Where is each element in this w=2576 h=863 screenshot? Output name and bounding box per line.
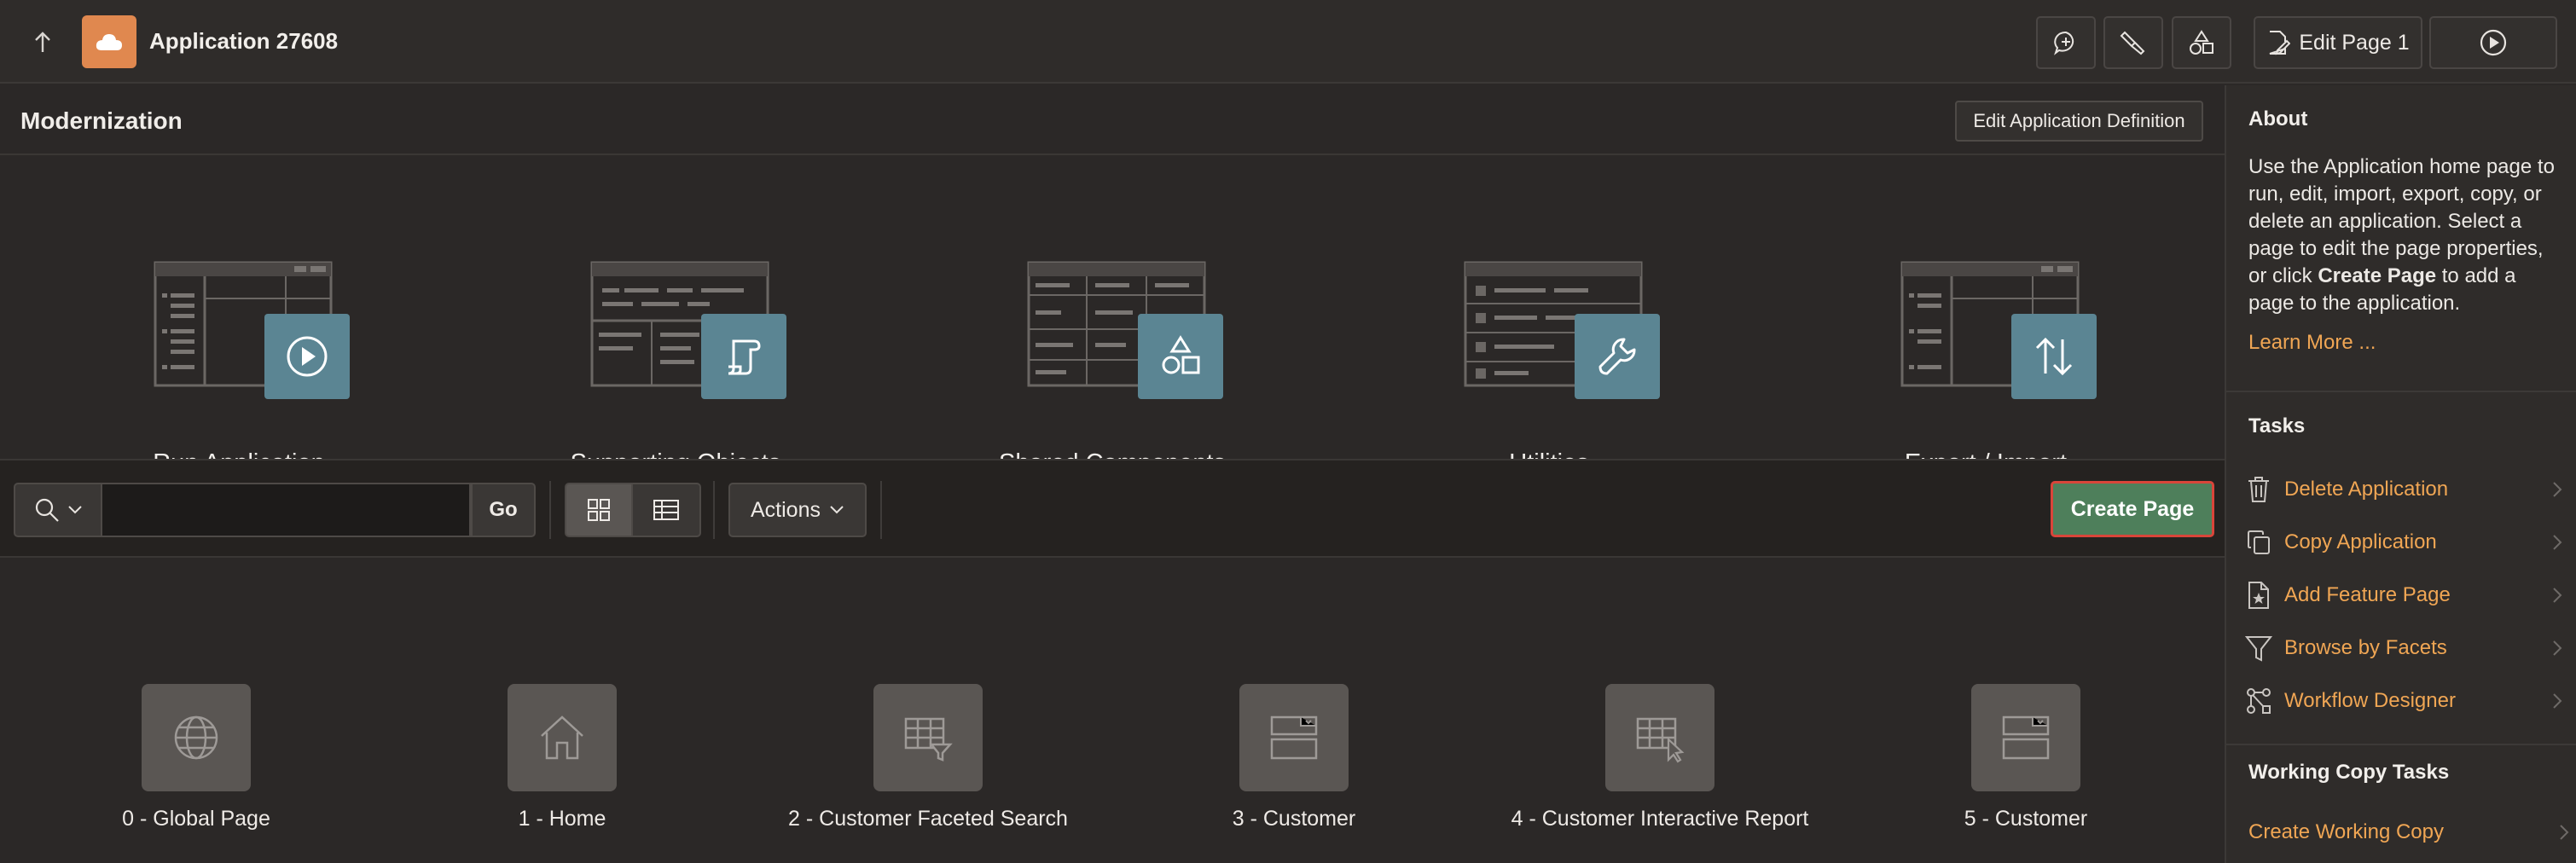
page-item-0[interactable]: 0 - Global Page	[26, 682, 367, 853]
create-page-button[interactable]: Create Page	[2051, 481, 2214, 537]
page-label: 3 - Customer	[1232, 807, 1356, 831]
task-label: Add Feature Page	[2284, 583, 2451, 606]
section-title: Modernization	[20, 107, 183, 134]
page-item-2[interactable]: 2 - Customer Faceted Search	[757, 682, 1099, 853]
divider	[2226, 391, 2576, 392]
toolbar-separator	[549, 481, 551, 539]
learn-more-link[interactable]: Learn More ...	[2248, 331, 2376, 355]
edit-page-icon	[2270, 31, 2291, 55]
go-button[interactable]: Go	[471, 483, 536, 537]
report-view-button[interactable]	[633, 483, 701, 537]
task-label: Browse by Facets	[2284, 636, 2447, 659]
filter-icon	[2242, 631, 2276, 665]
chat-plus-icon	[2054, 31, 2074, 55]
utilities-badge	[1575, 314, 1660, 399]
about-text: Use the Application home page to run, ed…	[2248, 155, 2555, 315]
task-workflow-designer[interactable]: Workflow Designer	[2242, 679, 2566, 723]
brush-icon	[2120, 31, 2145, 55]
shared-components-button[interactable]	[2172, 16, 2231, 69]
run-page-button[interactable]	[2429, 16, 2557, 69]
chevron-right-icon	[2556, 824, 2573, 841]
app-logo-cloud-icon	[82, 15, 136, 68]
grid-view-icon	[588, 499, 610, 521]
trash-icon	[2242, 472, 2276, 507]
page-label: 4 - Customer Interactive Report	[1511, 807, 1809, 831]
interactive-report-icon	[1605, 684, 1714, 791]
task-label: Create Working Copy	[2248, 820, 2444, 843]
task-create-working-copy[interactable]: Create Working Copy	[2248, 810, 2573, 854]
chevron-right-icon	[2549, 692, 2566, 710]
edit-application-definition-button[interactable]: Edit Application Definition	[1955, 101, 2203, 142]
about-heading: About	[2248, 107, 2308, 130]
page-item-4[interactable]: 4 - Customer Interactive Report	[1489, 682, 1830, 853]
feature-page-icon	[2242, 578, 2276, 612]
search-type-dropdown[interactable]	[14, 483, 102, 537]
task-label: Copy Application	[2284, 530, 2437, 553]
page-label: 0 - Global Page	[122, 807, 270, 831]
shapes-icon	[1162, 335, 1200, 374]
workflow-icon	[2242, 684, 2276, 718]
feedback-button[interactable]	[2036, 16, 2096, 69]
edit-page-label: Edit Page 1	[2299, 30, 2410, 55]
chevron-right-icon	[2549, 640, 2566, 657]
search-icon	[35, 498, 59, 522]
wrench-icon	[1598, 338, 1636, 375]
play-icon	[287, 336, 328, 377]
divider	[2226, 744, 2576, 745]
chevron-down-icon	[68, 506, 82, 514]
supporting-objects-badge	[701, 314, 786, 399]
task-copy-application[interactable]: Copy Application	[2242, 520, 2566, 565]
faceted-search-icon	[873, 684, 983, 791]
icon-view-button[interactable]	[565, 483, 633, 537]
working-copy-heading: Working Copy Tasks	[2248, 761, 2450, 784]
home-icon	[508, 684, 617, 791]
toolbar-separator	[713, 481, 715, 539]
edit-page-button[interactable]: Edit Page 1	[2254, 16, 2422, 69]
chevron-right-icon	[2549, 587, 2566, 604]
pages-toolbar: Go Actions Create Page	[0, 459, 2225, 558]
toolbar-separator	[880, 481, 882, 539]
scroll-icon	[728, 339, 761, 375]
task-label: Workflow Designer	[2284, 689, 2456, 712]
chevron-right-icon	[2549, 534, 2566, 551]
page-label: 1 - Home	[518, 807, 606, 831]
navigate-up-icon[interactable]	[26, 26, 60, 60]
chevron-right-icon	[2549, 481, 2566, 498]
search-input[interactable]	[102, 483, 471, 537]
task-label: Delete Application	[2284, 478, 2449, 501]
actions-menu-button[interactable]: Actions	[728, 483, 867, 537]
divider	[0, 153, 2225, 155]
form-icon	[1239, 684, 1349, 791]
task-add-feature-page[interactable]: Add Feature Page	[2242, 573, 2566, 617]
right-sidebar: About Use the Application home page to r…	[2225, 85, 2576, 863]
actions-label: Actions	[751, 497, 821, 522]
tasks-heading: Tasks	[2248, 414, 2306, 437]
task-delete-application[interactable]: Delete Application	[2242, 467, 2566, 512]
copy-icon	[2242, 525, 2276, 559]
globe-icon	[142, 684, 251, 791]
play-circle-icon	[2480, 29, 2507, 56]
developer-tools-button[interactable]	[2103, 16, 2163, 69]
page-label: 5 - Customer	[1964, 807, 2088, 831]
top-header: Application 27608 Edit Page 1	[0, 0, 2576, 84]
form-icon	[1971, 684, 2080, 791]
page-label: 2 - Customer Faceted Search	[788, 807, 1068, 831]
shapes-icon	[2190, 30, 2213, 55]
shared-components-badge	[1138, 314, 1223, 399]
export-import-badge	[2011, 314, 2097, 399]
page-item-5[interactable]: 5 - Customer	[1855, 682, 2196, 853]
chevron-down-icon	[830, 506, 844, 514]
task-browse-by-facets[interactable]: Browse by Facets	[2242, 626, 2566, 670]
run-application-badge	[264, 314, 350, 399]
app-title: Application 27608	[149, 28, 339, 54]
page-item-1[interactable]: 1 - Home	[392, 682, 733, 853]
page-item-3[interactable]: 3 - Customer	[1123, 682, 1465, 853]
table-view-icon	[653, 500, 679, 520]
up-down-arrows-icon	[2035, 337, 2073, 376]
